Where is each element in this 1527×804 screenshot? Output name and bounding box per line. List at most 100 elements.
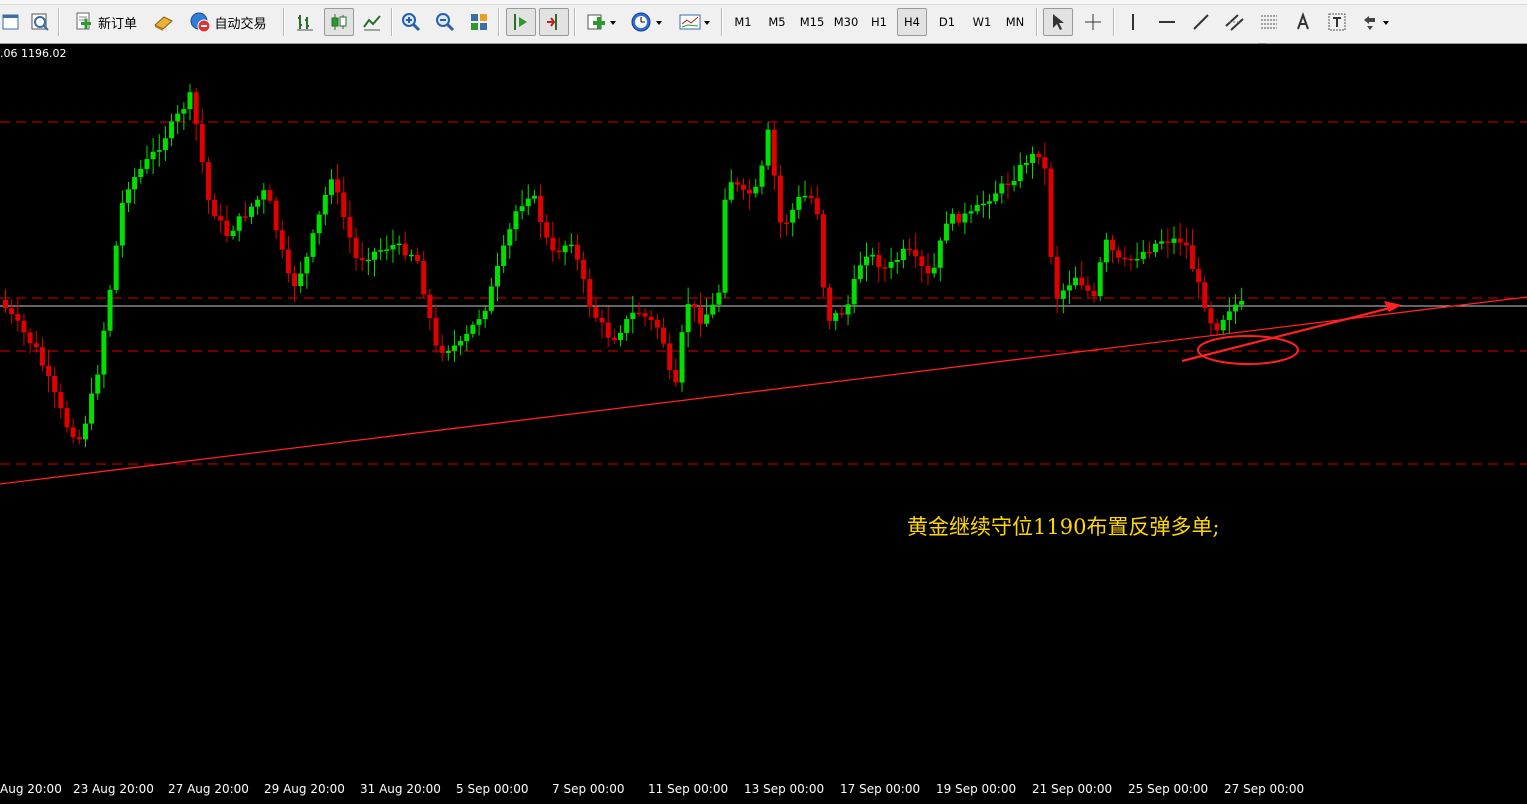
auto-scroll-icon[interactable] [539, 8, 569, 36]
candle-body [1226, 311, 1232, 320]
candle-body [937, 240, 943, 268]
candle-body [242, 216, 248, 218]
candle-body [64, 408, 70, 428]
candle-body [402, 243, 408, 256]
profiles-icon[interactable] [27, 8, 53, 36]
candle-body [1202, 282, 1208, 309]
timeframe-h1[interactable]: H1 [864, 8, 894, 36]
candle-body [205, 162, 211, 200]
candle-body [882, 267, 888, 269]
candle-body [1042, 157, 1048, 169]
periods-dropdown[interactable] [626, 8, 668, 36]
timeframe-m30[interactable]: M30 [829, 8, 863, 36]
candle-body [1091, 290, 1097, 297]
trendline-icon[interactable] [1187, 8, 1215, 36]
new-chart-icon[interactable] [0, 8, 22, 36]
candle-body [894, 260, 900, 262]
candle-body [630, 312, 636, 320]
candle-body [765, 129, 771, 166]
candle-body [421, 260, 427, 295]
candle-body [568, 244, 574, 247]
candle-body [470, 324, 476, 334]
time-axis-tick-label: 27 Aug 20:00 [168, 782, 249, 796]
candle-body [599, 317, 605, 323]
candle-body [1079, 277, 1085, 286]
candle-body [285, 249, 291, 274]
zoom-in-icon[interactable] [397, 8, 425, 36]
toolbar-separator [574, 8, 576, 36]
candle-body [9, 308, 15, 315]
candle-body [249, 206, 254, 217]
candle-body [187, 92, 193, 110]
candle-body [1128, 258, 1134, 261]
timeframe-m1[interactable]: M1 [728, 8, 758, 36]
price-info: .06 1196.02 [0, 47, 67, 60]
candle-body [408, 254, 414, 257]
crosshair-icon[interactable] [1078, 8, 1108, 36]
candle-body [427, 294, 433, 319]
chart-annotation[interactable]: 黄金继续守位1190布置反弹多单; [907, 511, 1220, 541]
candle-body [132, 177, 138, 190]
candle-body [1066, 285, 1072, 291]
fibonacci-icon[interactable] [1255, 8, 1283, 36]
candle-body [199, 124, 205, 163]
zoom-out-icon[interactable] [431, 8, 459, 36]
candle-body [716, 292, 722, 305]
candle-body [310, 233, 316, 257]
templates-dropdown[interactable] [674, 8, 716, 36]
candle-body [304, 256, 310, 274]
candle-body [525, 198, 531, 207]
auto-trading-button[interactable]: 自动交易 [182, 8, 274, 36]
candle-body [1196, 269, 1202, 283]
candle-body [322, 194, 328, 215]
timeframe-h4[interactable]: H4 [897, 8, 927, 36]
candle-body [661, 327, 667, 344]
time-axis-tick-label: 23 Aug 20:00 [73, 782, 154, 796]
candle-body [39, 347, 45, 366]
candle-body [704, 314, 710, 324]
candle-body [999, 183, 1005, 194]
tile-windows-icon[interactable] [465, 8, 493, 36]
candle-body [169, 121, 175, 139]
candle-body [931, 267, 937, 274]
new-order-button[interactable]: 新订单 [66, 8, 144, 36]
timeframe-m15[interactable]: M15 [795, 8, 829, 36]
cursor-icon[interactable] [1043, 8, 1073, 36]
vertical-line-icon[interactable] [1119, 8, 1147, 36]
timeframe-d1[interactable]: D1 [932, 8, 962, 36]
candle-body [316, 214, 322, 234]
candle-body [808, 195, 814, 199]
candle-body [384, 249, 390, 251]
candle-body [507, 229, 513, 246]
candle-body [814, 198, 820, 215]
market-watch-icon[interactable] [150, 8, 176, 36]
candle-body [1023, 162, 1029, 165]
candle-body [341, 192, 347, 218]
horizontal-line-icon[interactable] [1153, 8, 1181, 36]
auto-trading-label: 自动交易 [214, 16, 267, 32]
timeframe-m5[interactable]: M5 [762, 8, 792, 36]
candlestick-chart-icon[interactable] [324, 8, 354, 36]
auto-trading-icon [190, 12, 211, 33]
arrows-dropdown[interactable] [1357, 8, 1397, 36]
candle-body [101, 330, 107, 375]
chart-background [0, 44, 1527, 804]
candle-body [445, 350, 451, 353]
price-chart[interactable] [0, 44, 1527, 804]
candle-body [15, 314, 21, 321]
equidistant-channel-icon[interactable] [1221, 8, 1249, 36]
text-label-icon[interactable] [1323, 8, 1351, 36]
candle-body [1233, 304, 1238, 312]
text-tool-icon[interactable] [1289, 8, 1317, 36]
indicators-dropdown[interactable] [582, 8, 620, 36]
timeframe-w1[interactable]: W1 [967, 8, 997, 36]
bar-chart-icon[interactable] [291, 8, 319, 36]
line-chart-icon[interactable] [358, 8, 386, 36]
candle-body [1085, 285, 1091, 291]
candle-body [415, 254, 421, 261]
candle-body [673, 369, 679, 383]
candle-body [212, 199, 218, 217]
candle-body [513, 211, 519, 230]
chart-shift-icon[interactable] [506, 8, 536, 36]
timeframe-mn[interactable]: MN [1000, 8, 1030, 36]
